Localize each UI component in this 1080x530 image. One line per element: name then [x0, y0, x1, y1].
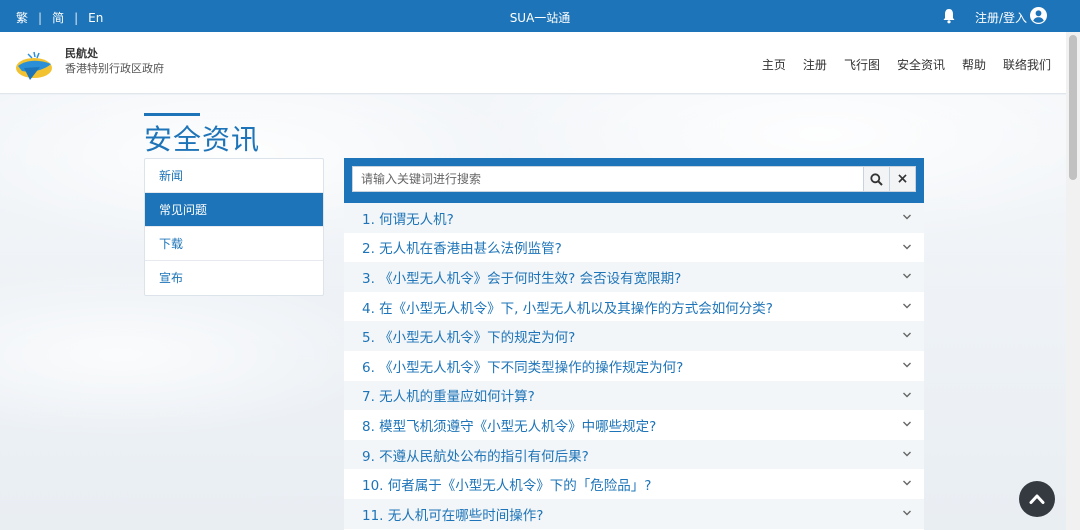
chevron-down-icon	[903, 214, 911, 220]
clear-button[interactable]: ×	[889, 166, 916, 192]
faq-item[interactable]: 10. 何者属于《小型无人机令》下的「危险品」?	[344, 469, 924, 499]
chevron-down-icon	[903, 421, 911, 427]
faq-question: 8. 模型飞机须遵守《小型无人机令》中哪些规定?	[362, 418, 657, 435]
chevron-down-icon	[903, 303, 911, 309]
search-input[interactable]	[352, 166, 864, 192]
sidebar: 新闻 常见问题 下载 宣布	[144, 158, 324, 296]
org-subtitle: 香港特别行政区政府	[65, 62, 164, 75]
search-icon	[870, 172, 883, 186]
faq-question: 3. 《小型无人机令》会于何时生效? 会否设有宽限期?	[362, 270, 682, 287]
faq-item[interactable]: 9. 不遵从民航处公布的指引有何后果?	[344, 439, 924, 470]
chevron-down-icon	[903, 451, 911, 457]
faq-question: 5. 《小型无人机令》下的规定为何?	[362, 330, 576, 347]
chevron-down-icon	[903, 244, 911, 250]
chevron-down-icon	[903, 332, 911, 338]
lang-traditional[interactable]: 繁	[16, 9, 28, 26]
main-nav: 主页 注册 飞行图 安全资讯 帮助 联络我们	[762, 56, 1051, 73]
close-icon: ×	[896, 171, 909, 187]
org-name: 民航处	[65, 47, 98, 60]
nav-home[interactable]: 主页	[762, 56, 786, 73]
lang-separator: |	[38, 10, 43, 25]
faq-item[interactable]: 3. 《小型无人机令》会于何时生效? 会否设有宽限期?	[344, 262, 924, 292]
faq-question: 6. 《小型无人机令》下不同类型操作的操作规定为何?	[362, 359, 684, 376]
nav-contact[interactable]: 联络我们	[1003, 56, 1051, 73]
login-link[interactable]: 注册/登入	[975, 9, 1027, 26]
nav-help[interactable]: 帮助	[962, 56, 986, 73]
faq-panel: × 1. 何谓无人机? 2. 无人机在香港由甚么法例监管? 3. 《小型无人机令》会…	[344, 158, 924, 530]
faq-item[interactable]: 2. 无人机在香港由甚么法例监管?	[344, 233, 924, 263]
faq-question: 1. 何谓无人机?	[362, 211, 454, 228]
faq-question: 7. 无人机的重量应如何计算?	[362, 389, 535, 406]
faq-question: 4. 在《小型无人机令》下, 小型无人机以及其操作的方式会如何分类?	[362, 300, 773, 317]
faq-item[interactable]: 6. 《小型无人机令》下不同类型操作的操作规定为何?	[344, 351, 924, 381]
faq-question: 2. 无人机在香港由甚么法例监管?	[362, 241, 562, 258]
faq-question: 10. 何者属于《小型无人机令》下的「危险品」?	[362, 478, 652, 495]
nav-safety-info[interactable]: 安全资讯	[897, 56, 945, 73]
sidebar-item-faq[interactable]: 常见问题	[145, 193, 323, 227]
sidebar-item-news[interactable]: 新闻	[145, 159, 323, 193]
bell-icon[interactable]	[942, 8, 956, 24]
chevron-down-icon	[903, 273, 911, 279]
lang-separator: |	[74, 10, 79, 25]
search-bar: ×	[344, 162, 924, 203]
lang-simplified[interactable]: 简	[52, 9, 64, 26]
faq-question: 9. 不遵从民航处公布的指引有何后果?	[362, 448, 589, 465]
faq-item[interactable]: 1. 何谓无人机?	[344, 203, 924, 233]
language-switcher: 繁 | 简 | En	[16, 9, 103, 26]
chevron-down-icon	[903, 480, 911, 486]
site-title: SUA一站通	[509, 11, 571, 25]
faq-item[interactable]: 11. 无人机可在哪些时间操作?	[344, 498, 924, 529]
sidebar-item-downloads[interactable]: 下载	[145, 227, 323, 261]
chevron-down-icon	[903, 392, 911, 398]
faq-item[interactable]: 7. 无人机的重量应如何计算?	[344, 380, 924, 411]
back-to-top-button[interactable]	[1019, 481, 1055, 517]
nav-register[interactable]: 注册	[803, 56, 827, 73]
nav-flight-map[interactable]: 飞行图	[844, 56, 880, 73]
faq-question: 11. 无人机可在哪些时间操作?	[362, 507, 544, 524]
lang-english[interactable]: En	[88, 11, 103, 25]
chevron-up-icon	[1029, 494, 1045, 504]
search-button[interactable]	[863, 166, 890, 192]
page-title: 安全资讯	[144, 123, 261, 156]
faq-item[interactable]: 8. 模型飞机须遵守《小型无人机令》中哪些规定?	[344, 410, 924, 440]
faq-item[interactable]: 4. 在《小型无人机令》下, 小型无人机以及其操作的方式会如何分类?	[344, 292, 924, 322]
cad-logo[interactable]	[14, 46, 54, 84]
faq-item[interactable]: 5. 《小型无人机令》下的规定为何?	[344, 321, 924, 351]
sidebar-item-announcements[interactable]: 宣布	[145, 261, 323, 295]
header: 民航处 香港特别行政区政府 主页 注册 飞行图 安全资讯 帮助 联络我们	[0, 32, 1080, 94]
faq-list: 1. 何谓无人机? 2. 无人机在香港由甚么法例监管? 3. 《小型无人机令》会于何…	[344, 203, 924, 529]
chevron-down-icon	[903, 510, 911, 516]
top-bar: 繁 | 简 | En SUA一站通 注册/登入	[0, 0, 1080, 32]
user-circle-icon[interactable]	[1030, 7, 1047, 24]
scrollbar-thumb[interactable]	[1069, 35, 1077, 180]
site-title-wrap: SUA一站通	[0, 9, 1080, 26]
title-accent-bar	[144, 113, 200, 116]
chevron-down-icon	[903, 362, 911, 368]
